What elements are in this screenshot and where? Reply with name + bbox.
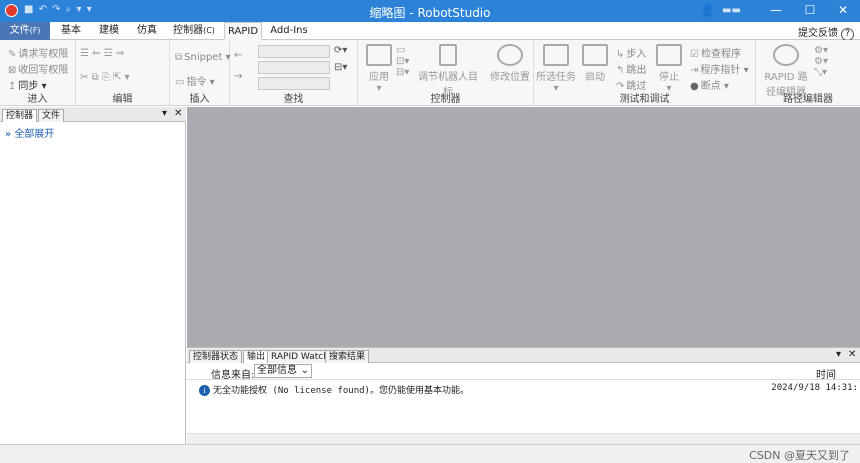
group-label-test-debug: 测试和调试 xyxy=(619,94,670,105)
tab-files-panel[interactable]: 文件 xyxy=(38,109,65,122)
path-small-tools[interactable]: ⚙▾ ⚙▾ ⤡▾ xyxy=(814,45,828,78)
group-path-editor: RAPID 路径编辑器 ⚙▾ ⚙▾ ⤡▾ 路径编辑器 xyxy=(756,40,860,106)
output-panel: 控制器状态 输出 RAPID Watch 搜索结果 ▾ ✕ 信息来自: 全部信息… xyxy=(187,347,860,444)
controller-small-tools[interactable]: ▭ ⊡▾ ⊟▾ xyxy=(396,45,409,78)
stop-button[interactable]: 停止 ▾ xyxy=(652,44,686,94)
output-header: 控制器状态 输出 RAPID Watch 搜索结果 ▾ ✕ xyxy=(187,348,860,363)
minimize-button[interactable]: — xyxy=(759,0,793,22)
find-combo-2[interactable] xyxy=(258,61,330,74)
find-icon[interactable]: ⟳▾ xyxy=(334,45,347,56)
edit-tools-row1[interactable]: ☰ ⇐ ☲ ⇒ xyxy=(80,48,124,59)
task-list-icon xyxy=(543,44,569,66)
filter-select[interactable]: 全部信息 ⌄ xyxy=(254,364,312,378)
tab-controller[interactable]: 控制器(C) xyxy=(168,22,220,40)
back-arrow-icon[interactable]: ← xyxy=(234,50,242,61)
snippet-button[interactable]: ⧉ Snippet ▾ xyxy=(175,52,231,63)
ribbon-tabs: 文件(F) 基本 建模 仿真 控制器(C) RAPID Add-Ins 提交反馈… xyxy=(0,22,860,41)
title-bar: ■ ↶ ↷ ⌕ ▾ ▾ 缩略图 - RobotStudio 👤 ▬▬ — ☐ ✕ xyxy=(0,0,860,22)
output-close-icon[interactable]: ✕ xyxy=(848,349,856,360)
tab-output[interactable]: 输出 xyxy=(243,350,270,363)
time-column-header: 时间 xyxy=(816,370,836,381)
group-label-edit: 编辑 xyxy=(112,94,133,105)
edit-icon: ✎ xyxy=(8,49,17,60)
snippet-icon: ⧉ xyxy=(175,52,183,63)
path-editor-icon xyxy=(773,44,799,66)
group-controller: 应用 ▾ ▭ ⊡▾ ⊟▾ 调节机器人目标 修改位置 控制器 xyxy=(358,40,534,106)
group-label-enter: 进入 xyxy=(27,94,48,105)
tab-modeling[interactable]: 建模 xyxy=(92,22,126,40)
step-out-icon: ↰ xyxy=(616,65,625,76)
tab-controller-panel[interactable]: 控制器 xyxy=(2,109,38,122)
close-button[interactable]: ✕ xyxy=(826,0,860,22)
group-label-insert: 插入 xyxy=(189,94,210,105)
panel-dropdown-icon[interactable]: ▾ xyxy=(162,108,167,119)
group-test-debug: 所选任务 ▾ 启动 ↳ 步入 ↰ 跳出 ↷ 跳过 停止 ▾ ☑ 检查程序 ⇥ 程序指针 ▾ ●… xyxy=(534,40,756,106)
stop-icon xyxy=(656,44,682,66)
group-insert: ⧉ Snippet ▾ ▭ 指令 ▾ 插入 xyxy=(170,40,231,106)
selected-tasks-button[interactable]: 所选任务 ▾ xyxy=(536,44,576,94)
main-workspace xyxy=(187,107,860,347)
filter-label: 信息来自: xyxy=(211,370,255,381)
expand-icon: » xyxy=(5,129,12,140)
modify-position-button[interactable]: 修改位置 xyxy=(488,44,532,83)
play-icon xyxy=(582,44,608,66)
info-icon: i xyxy=(199,385,210,396)
find-combo-3[interactable] xyxy=(258,77,330,90)
edit-tools-row2[interactable]: ✂ ⧉ ⎘ ⇱ ▾ xyxy=(80,72,130,83)
position-icon xyxy=(497,44,523,66)
step-in-icon: ↳ xyxy=(616,49,625,60)
instruction-icon: ▭ xyxy=(175,77,185,88)
group-label-controller: 控制器 xyxy=(430,94,461,105)
panel-header: 控制器 文件 ▾ ✕ xyxy=(0,107,186,122)
forward-arrow-icon[interactable]: → xyxy=(234,71,242,82)
maximize-button[interactable]: ☐ xyxy=(793,0,827,22)
horizontal-scrollbar[interactable] xyxy=(187,433,860,444)
controller-panel: 控制器 文件 ▾ ✕ » 全部展开 xyxy=(0,107,186,444)
group-label-find: 查找 xyxy=(283,94,304,105)
revoke-icon: ⊠ xyxy=(8,65,17,76)
chevron-down-icon: ⌄ xyxy=(300,365,309,376)
group-find: ← → ⟳▾ ⊟▾ 查找 xyxy=(230,40,358,106)
watermark: CSDN @夏天又到了 xyxy=(749,449,850,462)
feedback-label: 提交反馈 xyxy=(798,28,838,39)
tab-basic[interactable]: 基本 xyxy=(54,22,88,40)
instruction-button[interactable]: ▭ 指令 ▾ xyxy=(175,73,215,88)
find-combo-1[interactable] xyxy=(258,45,330,58)
tab-file[interactable]: 文件(F) xyxy=(0,22,50,40)
group-enter: ✎ 请求写权限 ⊠ 收回写权限 ↥ 同步 ▾ 进入 xyxy=(0,40,76,106)
start-button[interactable]: 启动 xyxy=(578,44,612,83)
status-bar: CSDN @夏天又到了 xyxy=(0,444,860,463)
step-out-button[interactable]: ↰ 跳出 xyxy=(616,61,646,76)
check-program-button[interactable]: ☑ 检查程序 xyxy=(690,45,741,60)
panel-close-icon[interactable]: ✕ xyxy=(174,108,182,119)
message-time: 2024/9/18 14:31: xyxy=(771,383,858,393)
feedback-button[interactable]: 提交反馈? xyxy=(798,24,854,41)
tab-simulation[interactable]: 仿真 xyxy=(130,22,164,40)
program-pointer-button[interactable]: ⇥ 程序指针 ▾ xyxy=(690,61,749,76)
license-message[interactable]: i 无全功能授权 (No license found)。您仍能使用基本功能。 xyxy=(199,383,469,396)
group-label-path-editor: 路径编辑器 xyxy=(783,94,833,105)
go-to-icon[interactable]: ⊟▾ xyxy=(334,62,347,73)
user-name[interactable]: ▬▬ xyxy=(722,5,741,16)
check-icon: ☑ xyxy=(690,49,699,60)
output-dropdown-icon[interactable]: ▾ xyxy=(836,349,841,360)
group-edit: ☰ ⇐ ☲ ⇒ ✂ ⧉ ⎘ ⇱ ▾ 编辑 xyxy=(76,40,170,106)
ribbon: ✎ 请求写权限 ⊠ 收回写权限 ↥ 同步 ▾ 进入 ☰ ⇐ ☲ ⇒ ✂ ⧉ ⎘ ⇱ ▾… xyxy=(0,40,860,106)
tab-controller-status[interactable]: 控制器状态 xyxy=(189,350,243,363)
tab-rapid[interactable]: RAPID xyxy=(224,22,262,40)
step-in-button[interactable]: ↳ 步入 xyxy=(616,45,646,60)
expand-all-link[interactable]: » 全部展开 xyxy=(5,125,54,140)
apply-button[interactable]: 应用 ▾ xyxy=(362,44,396,94)
tab-search-results[interactable]: 搜索结果 xyxy=(325,350,370,363)
tab-rapid-watch[interactable]: RAPID Watch xyxy=(267,350,333,363)
tab-add-ins[interactable]: Add-Ins xyxy=(266,22,312,40)
user-icon[interactable]: 👤 xyxy=(700,3,715,17)
calculator-icon xyxy=(439,44,457,66)
output-filter-row: 信息来自: 全部信息 ⌄ 时间 xyxy=(187,363,860,381)
pointer-icon: ⇥ xyxy=(690,65,699,76)
request-write-access[interactable]: ✎ 请求写权限 xyxy=(8,45,68,60)
apply-icon xyxy=(366,44,392,66)
revoke-write-access[interactable]: ⊠ 收回写权限 xyxy=(8,61,68,76)
